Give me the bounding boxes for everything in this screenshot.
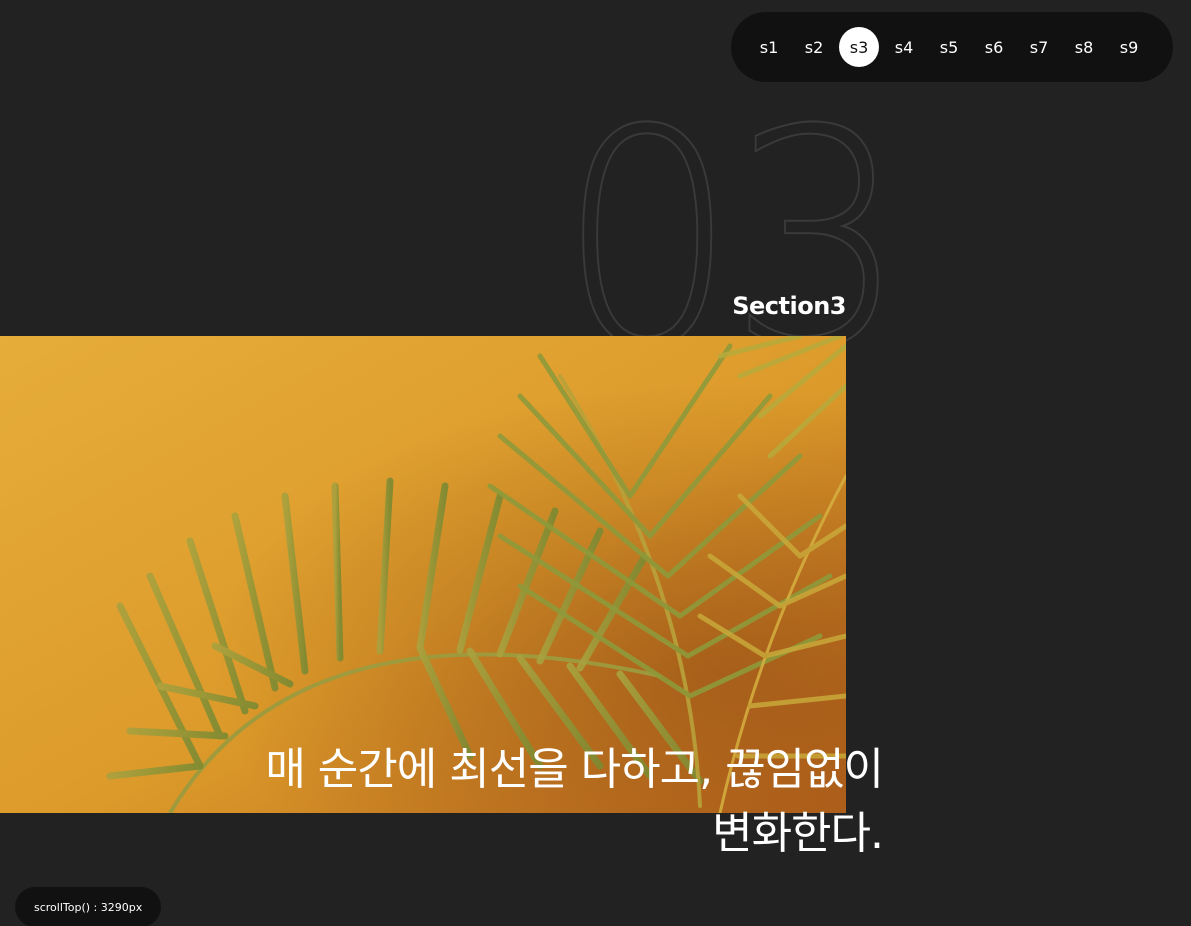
nav-item-s1[interactable]: s1 xyxy=(749,27,789,67)
nav-item-s8[interactable]: s8 xyxy=(1064,27,1104,67)
section-nav-list: s1 s2 s3 s4 s5 s6 s7 s8 s9 xyxy=(749,27,1149,67)
nav-item-s9[interactable]: s9 xyxy=(1109,27,1149,67)
headline-line-1: 매 순간에 최선을 다하고, 끊임없이 xyxy=(265,744,884,795)
nav-item-s4[interactable]: s4 xyxy=(884,27,924,67)
nav-item-s7[interactable]: s7 xyxy=(1019,27,1059,67)
section-number: 03 xyxy=(548,82,908,372)
section-headline: 매 순간에 최선을 다하고, 끊임없이 변화한다. xyxy=(123,738,884,866)
section-number-text: 03 xyxy=(558,82,898,372)
nav-item-s2[interactable]: s2 xyxy=(794,27,834,67)
scroll-position-readout: scrollTop() : 3290px xyxy=(15,887,162,926)
headline-line-2: 변화한다. xyxy=(712,808,884,859)
nav-item-s6[interactable]: s6 xyxy=(974,27,1014,67)
section-nav: s1 s2 s3 s4 s5 s6 s7 s8 s9 xyxy=(731,12,1173,82)
section-label: Section3 xyxy=(732,292,846,320)
nav-item-s5[interactable]: s5 xyxy=(929,27,969,67)
nav-item-s3[interactable]: s3 xyxy=(839,27,879,67)
